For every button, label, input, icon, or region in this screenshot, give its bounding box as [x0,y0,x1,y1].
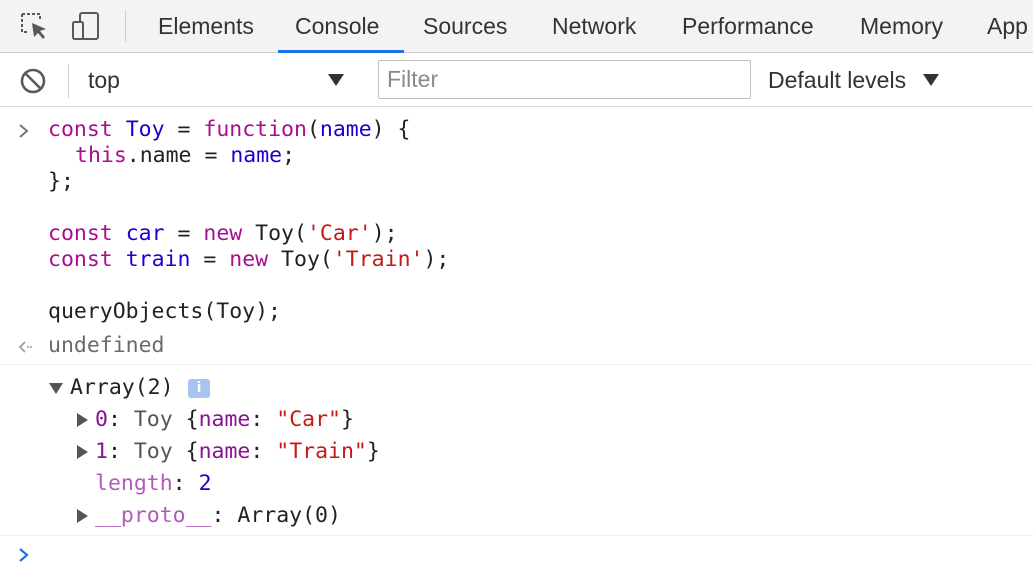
expand-triangle-closed-icon[interactable] [74,412,90,428]
message-divider [0,364,1033,365]
levels-dropdown-icon[interactable] [921,70,941,90]
array-summary[interactable]: Array(2) [70,375,174,400]
array-item-0[interactable]: 0: Toy {name: "Car"} [95,407,354,432]
return-value-text: undefined [48,333,165,358]
input-chevron-icon [19,124,29,138]
context-selector[interactable]: top [88,54,120,107]
code-line-3: }; [48,169,74,194]
device-toolbar-icon[interactable] [70,10,102,42]
expand-triangle-open-icon[interactable] [48,380,64,396]
active-tab-indicator [278,50,404,53]
clear-console-icon[interactable] [18,66,48,96]
code-line-1: const Toy = function(name) { [48,117,411,142]
tab-memory[interactable]: Memory [860,0,943,53]
devtools-tab-bar: Elements Console Sources Network Perform… [0,0,1033,53]
expand-triangle-closed-icon[interactable] [74,508,90,524]
code-line-8: queryObjects(Toy); [48,299,281,324]
message-divider [0,535,1033,536]
array-item-1[interactable]: 1: Toy {name: "Train"} [95,439,380,464]
tab-network[interactable]: Network [552,0,636,53]
code-line-6: const train = new Toy('Train'); [48,247,450,272]
array-proto-property[interactable]: __proto__: Array(0) [95,503,341,528]
info-icon[interactable]: i [188,379,210,398]
expand-triangle-closed-icon[interactable] [74,444,90,460]
tab-bar-separator [125,10,126,42]
console-toolbar: top Default levels [0,54,1033,107]
code-line-2: this.name = name; [75,143,296,168]
code-line-5: const car = new Toy('Car'); [48,221,398,246]
toolbar-separator [68,64,69,98]
tab-console[interactable]: Console [295,0,379,53]
context-dropdown-icon[interactable] [326,70,346,90]
array-length-property: length: 2 [95,471,212,496]
filter-input[interactable] [378,60,751,99]
console-prompt-icon[interactable] [16,546,32,564]
return-value-arrow-icon [18,341,32,353]
inspect-element-icon[interactable] [18,10,50,42]
tab-sources[interactable]: Sources [423,0,507,53]
tab-application[interactable]: App [987,0,1028,53]
tab-performance[interactable]: Performance [682,0,814,53]
log-levels-dropdown[interactable]: Default levels [768,54,906,107]
tab-elements[interactable]: Elements [158,0,254,53]
